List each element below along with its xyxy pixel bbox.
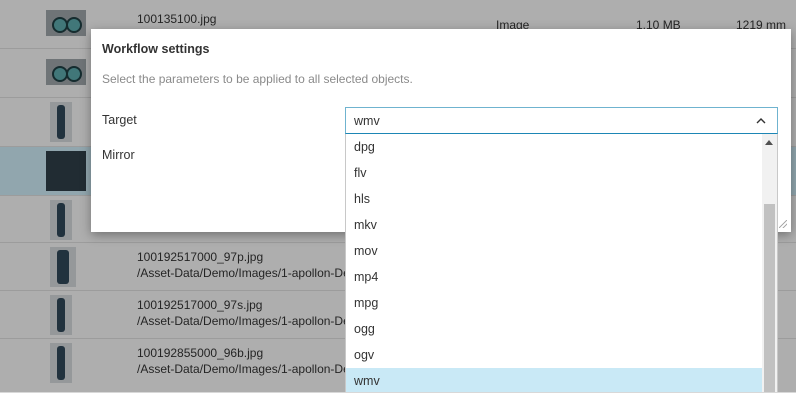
- dropdown-option[interactable]: ogg: [346, 316, 762, 342]
- mirror-label: Mirror: [102, 148, 135, 162]
- dropdown-option[interactable]: flv: [346, 160, 762, 186]
- dropdown-option-selected[interactable]: wmv: [346, 368, 762, 392]
- target-select[interactable]: wmv: [345, 107, 778, 134]
- dropdown-option[interactable]: mov: [346, 238, 762, 264]
- dialog-title: Workflow settings: [102, 42, 210, 56]
- dropdown-option[interactable]: dpg: [346, 134, 762, 160]
- dropdown-scrollbar[interactable]: [762, 134, 777, 392]
- dropdown-option[interactable]: mkv: [346, 212, 762, 238]
- target-select-value: wmv: [354, 114, 380, 128]
- dropdown-option[interactable]: mp4: [346, 264, 762, 290]
- dialog-description: Select the parameters to be applied to a…: [102, 72, 413, 86]
- target-dropdown-list: dpg flv hls mkv mov mp4 mpg ogg ogv wmv: [345, 134, 778, 392]
- scrollbar-thumb[interactable]: [764, 204, 775, 392]
- resize-grip-icon[interactable]: [779, 220, 787, 228]
- dropdown-option[interactable]: mpg: [346, 290, 762, 316]
- chevron-up-icon[interactable]: [755, 115, 767, 127]
- scroll-up-arrow-icon[interactable]: [765, 140, 773, 145]
- dropdown-option[interactable]: ogv: [346, 342, 762, 368]
- target-label: Target: [102, 113, 137, 127]
- dropdown-option[interactable]: hls: [346, 186, 762, 212]
